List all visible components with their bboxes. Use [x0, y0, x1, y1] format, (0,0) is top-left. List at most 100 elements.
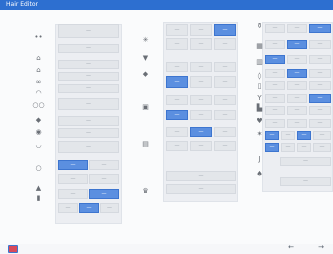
gem-icon[interactable]: ◊: [255, 72, 264, 80]
hook-icon[interactable]: J: [255, 155, 264, 163]
boot-icon[interactable]: ▙: [255, 104, 264, 112]
option-cell[interactable]: —: [309, 106, 331, 115]
option-cell[interactable]: —: [214, 141, 236, 151]
goggles-icon[interactable]: ○○: [32, 101, 44, 109]
option-cell[interactable]: —: [166, 95, 188, 105]
option-cell[interactable]: —: [265, 81, 285, 90]
option-cell[interactable]: —: [214, 38, 236, 50]
option-cell[interactable]: —: [214, 76, 236, 88]
option-cell[interactable]: —: [190, 141, 212, 151]
option-cell[interactable]: —: [281, 131, 295, 140]
necklace-icon[interactable]: ◉: [34, 128, 43, 136]
option-cell[interactable]: —: [58, 44, 119, 53]
hat2-icon[interactable]: ⌂: [34, 66, 43, 74]
option-cell[interactable]: —: [58, 116, 119, 126]
option-cell[interactable]: —: [58, 60, 119, 69]
heart-icon[interactable]: ♥: [255, 117, 264, 125]
option-cell[interactable]: —: [100, 203, 119, 213]
option-cell[interactable]: —: [309, 24, 331, 33]
vase-icon[interactable]: ⚱: [255, 22, 264, 30]
shield-icon[interactable]: ◆: [141, 70, 150, 78]
option-cell[interactable]: —: [287, 94, 307, 103]
amulet-icon[interactable]: ✶: [255, 130, 264, 138]
option-cell[interactable]: —: [89, 160, 119, 170]
option-cell[interactable]: —: [190, 62, 212, 72]
bottle-icon[interactable]: ▯: [255, 82, 264, 90]
option-cell[interactable]: —: [58, 72, 119, 81]
option-cell[interactable]: —: [265, 69, 285, 78]
glasses-icon[interactable]: ∞: [34, 78, 43, 86]
option-cell[interactable]: —: [190, 76, 212, 88]
option-cell[interactable]: —: [58, 128, 119, 138]
crown-icon[interactable]: ♛: [141, 187, 150, 195]
earring-icon[interactable]: ◆: [34, 116, 43, 124]
option-cell[interactable]: —: [309, 94, 331, 103]
option-cell[interactable]: —: [166, 184, 236, 194]
option-cell[interactable]: —: [58, 141, 119, 153]
option-cell[interactable]: —: [265, 119, 285, 128]
shirt-icon[interactable]: ▦: [255, 42, 264, 50]
option-cell[interactable]: —: [214, 127, 236, 137]
flag-icon[interactable]: ▮: [34, 194, 43, 202]
option-cell[interactable]: —: [297, 143, 311, 152]
option-cell[interactable]: —: [313, 131, 331, 140]
option-cell[interactable]: —: [297, 131, 311, 140]
option-cell[interactable]: —: [280, 177, 331, 186]
option-cell[interactable]: —: [265, 24, 285, 33]
option-cell[interactable]: —: [190, 38, 212, 50]
eyes-icon[interactable]: ••: [34, 33, 43, 41]
option-cell[interactable]: —: [309, 55, 331, 64]
option-cell[interactable]: —: [58, 24, 119, 38]
option-cell[interactable]: —: [287, 24, 307, 33]
option-cell[interactable]: —: [190, 95, 212, 105]
option-cell[interactable]: —: [166, 24, 188, 36]
mask-icon[interactable]: ◠: [34, 89, 43, 97]
flag-icon[interactable]: [8, 245, 18, 253]
option-cell[interactable]: —: [166, 38, 188, 50]
armor-icon[interactable]: ▣: [141, 103, 150, 111]
option-cell[interactable]: —: [287, 106, 307, 115]
jacket-icon[interactable]: ▥: [255, 58, 264, 66]
option-cell[interactable]: —: [58, 84, 119, 93]
option-cell[interactable]: —: [214, 62, 236, 72]
option-cell[interactable]: —: [89, 189, 119, 199]
option-cell[interactable]: —: [265, 143, 279, 152]
option-cell[interactable]: —: [190, 24, 212, 36]
option-cell[interactable]: —: [287, 55, 307, 64]
option-cell[interactable]: —: [58, 203, 78, 213]
option-cell[interactable]: —: [166, 62, 188, 72]
collar-icon[interactable]: ◡: [34, 141, 43, 149]
option-cell[interactable]: —: [265, 131, 279, 140]
ring-icon[interactable]: ○: [34, 164, 43, 172]
option-cell[interactable]: —: [287, 119, 307, 128]
option-cell[interactable]: —: [265, 94, 285, 103]
option-cell[interactable]: —: [309, 69, 331, 78]
option-cell[interactable]: —: [281, 143, 295, 152]
option-cell[interactable]: —: [309, 81, 331, 90]
option-cell[interactable]: —: [313, 143, 331, 152]
option-cell[interactable]: —: [166, 127, 188, 137]
bunny-icon[interactable]: Y: [255, 94, 264, 102]
spade-icon[interactable]: ♠: [255, 170, 264, 178]
option-cell[interactable]: —: [58, 98, 119, 110]
option-cell[interactable]: —: [265, 55, 285, 64]
hat-icon[interactable]: ⌂: [34, 54, 43, 62]
option-cell[interactable]: —: [190, 127, 212, 137]
option-cell[interactable]: —: [287, 81, 307, 90]
prev-page-button[interactable]: ←: [282, 243, 300, 251]
option-cell[interactable]: —: [309, 119, 331, 128]
option-cell[interactable]: —: [190, 110, 212, 120]
pack-icon[interactable]: ▤: [141, 140, 150, 148]
option-cell[interactable]: —: [265, 40, 285, 49]
helmet-icon[interactable]: ▲: [34, 184, 43, 192]
option-cell[interactable]: —: [280, 157, 331, 166]
option-cell[interactable]: —: [265, 106, 285, 115]
option-cell[interactable]: —: [166, 171, 236, 181]
option-cell[interactable]: —: [58, 160, 88, 170]
option-cell[interactable]: —: [166, 76, 188, 88]
option-cell[interactable]: —: [214, 95, 236, 105]
option-cell[interactable]: —: [214, 24, 236, 36]
option-cell[interactable]: —: [287, 69, 307, 78]
option-cell[interactable]: —: [58, 174, 88, 184]
option-cell[interactable]: —: [309, 40, 331, 49]
